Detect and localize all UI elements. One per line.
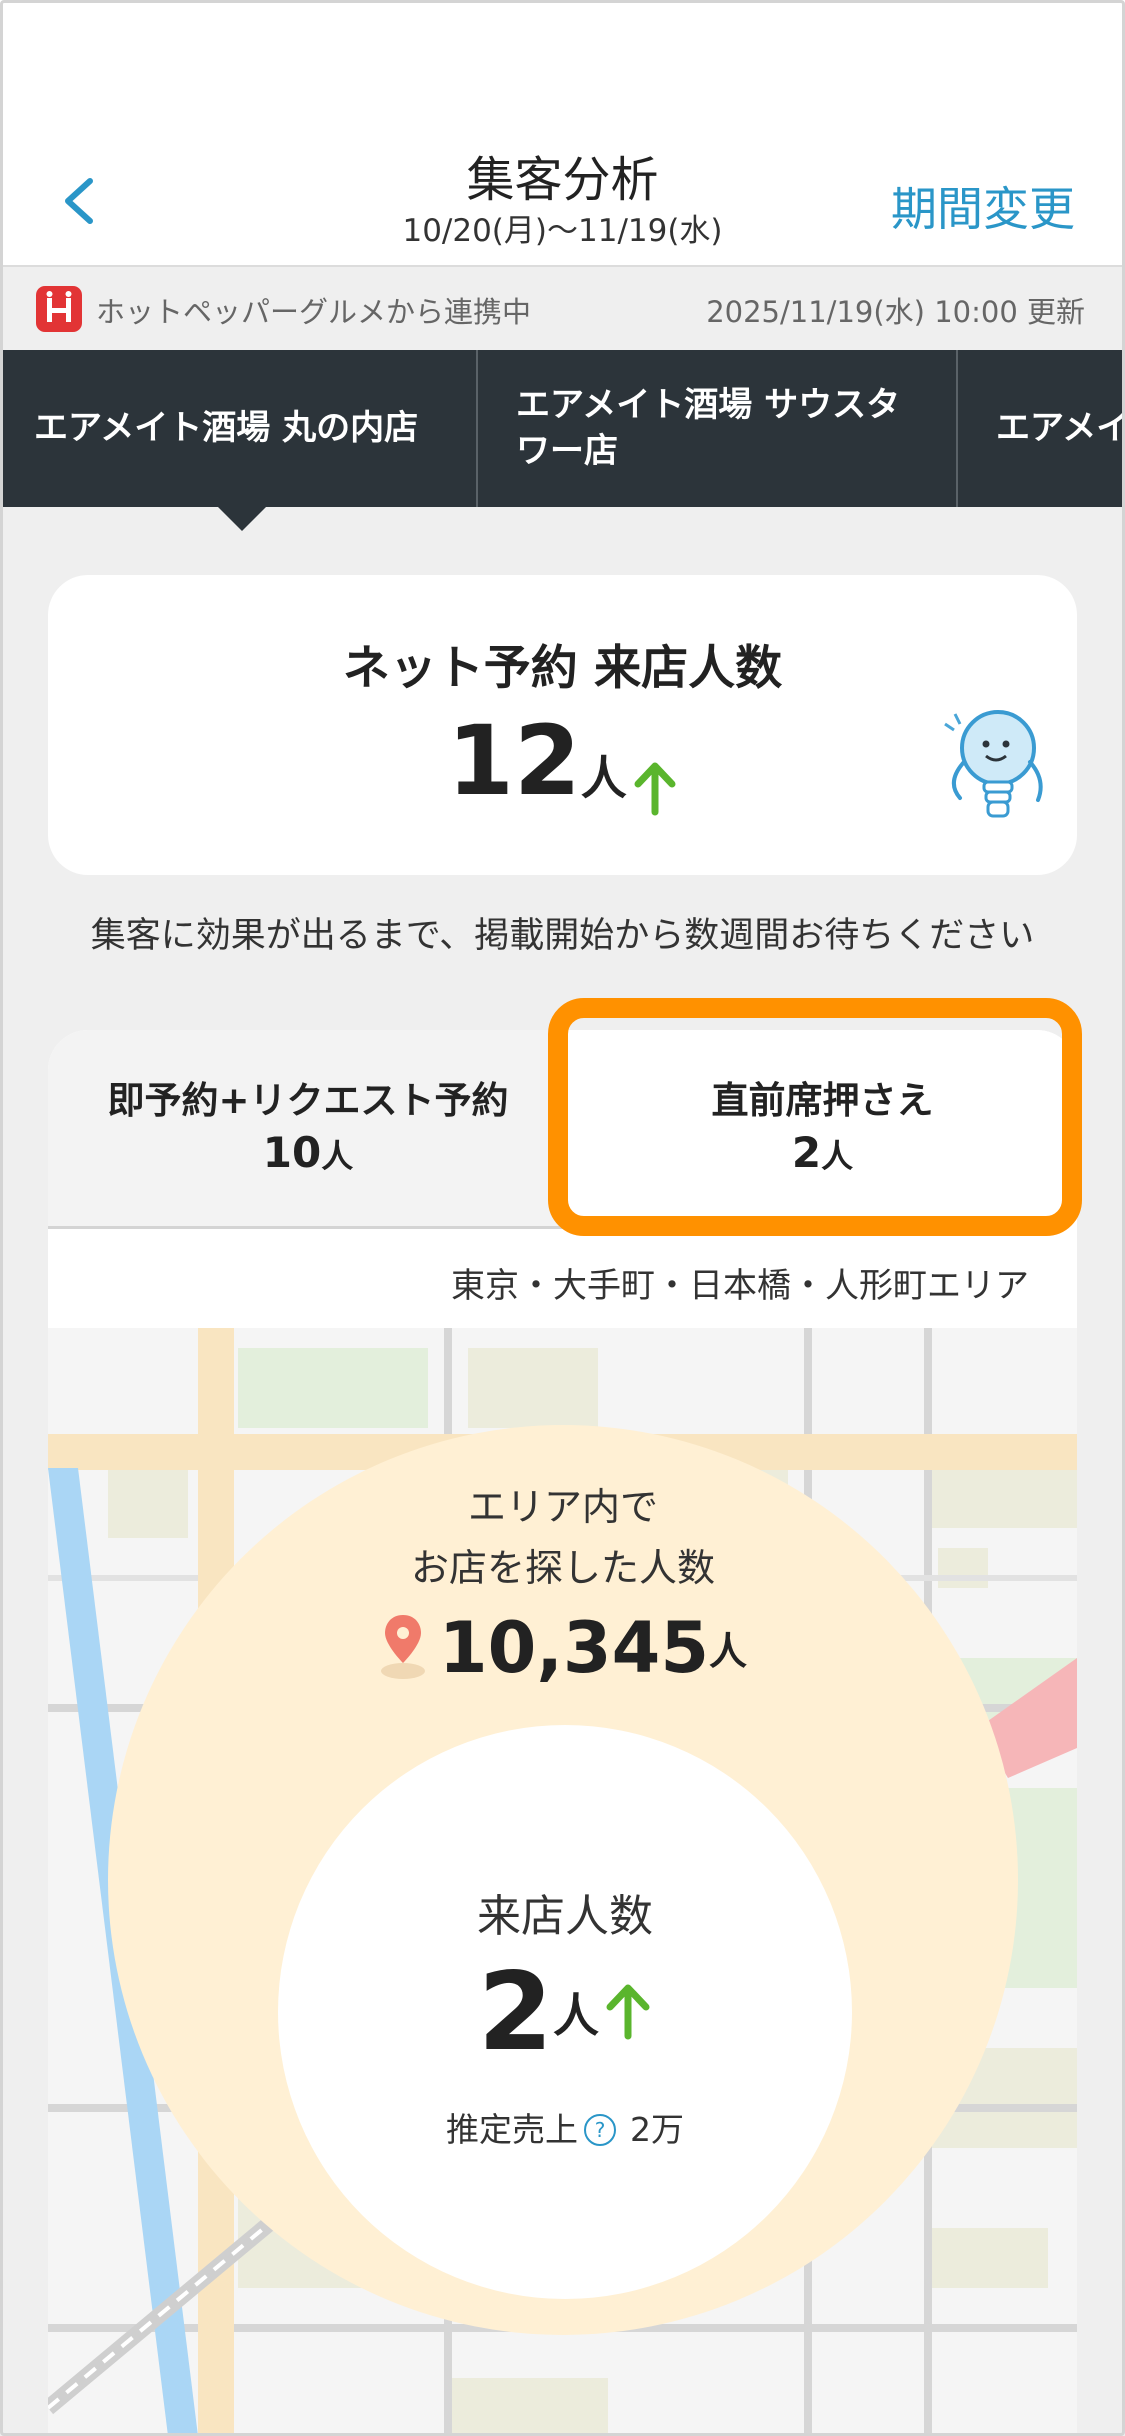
arrow-up-icon <box>604 1980 652 2046</box>
instant-unit: 人 <box>321 1137 354 1175</box>
last-updated-label: 2025/11/19(水) 10:00 更新 <box>706 295 1085 329</box>
estimated-sales-value: 2万 <box>630 2110 684 2149</box>
summary-unit: 人 <box>580 751 627 805</box>
change-period-button[interactable]: 期間変更 <box>891 173 1075 239</box>
visitor-unit: 人 <box>553 1988 600 2043</box>
instant-request-value: 10人 <box>48 1128 568 1177</box>
visitor-count-row: 2人 <box>278 1950 852 2075</box>
visitor-circle: 来店人数 2人 推定売上? 2万 <box>278 1725 852 2299</box>
store-tab-marunouchi[interactable]: エアメイト酒場 丸の内店 <box>0 350 478 507</box>
question-circle-icon[interactable]: ? <box>584 2113 616 2146</box>
map-pin-icon <box>379 1611 427 1685</box>
notice-text: 集客に効果が出るまで、掲載開始から数週間お待ちください <box>90 916 1035 956</box>
estimated-sales-label: 推定売上 <box>446 2110 578 2149</box>
area-search-label: エリア内で お店を探した人数 <box>108 1477 1018 1599</box>
instant-count: 10 <box>262 1128 322 1177</box>
area-search-unit: 人 <box>709 1629 748 1674</box>
info-bar: ホットペッパーグルメから連携中 2025/11/19(水) 10:00 更新 <box>0 267 1125 350</box>
area-label: 東京・大手町・日本橋・人形町エリア <box>451 1266 1029 1306</box>
summary-title: ネット予約 来店人数 <box>342 641 783 696</box>
selected-tab-indicator <box>218 507 266 531</box>
lightbulb-mascot-icon <box>900 700 1080 830</box>
visitor-count: 2 <box>477 1950 554 2075</box>
area-search-count: 10,345 <box>438 1607 710 1689</box>
sync-source-label: ホットペッパーグルメから連携中 <box>96 295 532 329</box>
area-search-count-row: 10,345人 <box>108 1607 1018 1689</box>
store-tab-third[interactable]: エアメイ <box>960 350 1125 507</box>
visitor-label: 来店人数 <box>477 1891 653 1942</box>
store-tab-south-tower[interactable]: エアメイト酒場 サウスタワー店 <box>480 350 958 507</box>
tab-instant-request[interactable]: 即予約+リクエスト予約 10人 <box>48 1030 568 1229</box>
estimated-sales-row: 推定売上? 2万 <box>278 2103 852 2151</box>
area-search-label-line2: お店を探した人数 <box>410 1545 715 1590</box>
store-tab-bar: エアメイト酒場 丸の内店 エアメイト酒場 サウスタワー店 エアメイ <box>0 350 1125 507</box>
last-minute-highlight-frame <box>548 998 1082 1236</box>
summary-count: 12 <box>447 705 581 817</box>
net-reservation-summary-card: ネット予約 来店人数 12人 <box>48 575 1077 875</box>
area-search-label-line1: エリア内で <box>467 1485 658 1529</box>
nav-header: 集客分析 10/20(月)〜11/19(水) 期間変更 <box>0 0 1125 267</box>
hotpepper-logo-icon <box>36 286 82 332</box>
instant-request-label: 即予約+リクエスト予約 <box>107 1079 509 1122</box>
arrow-up-icon <box>632 758 678 822</box>
